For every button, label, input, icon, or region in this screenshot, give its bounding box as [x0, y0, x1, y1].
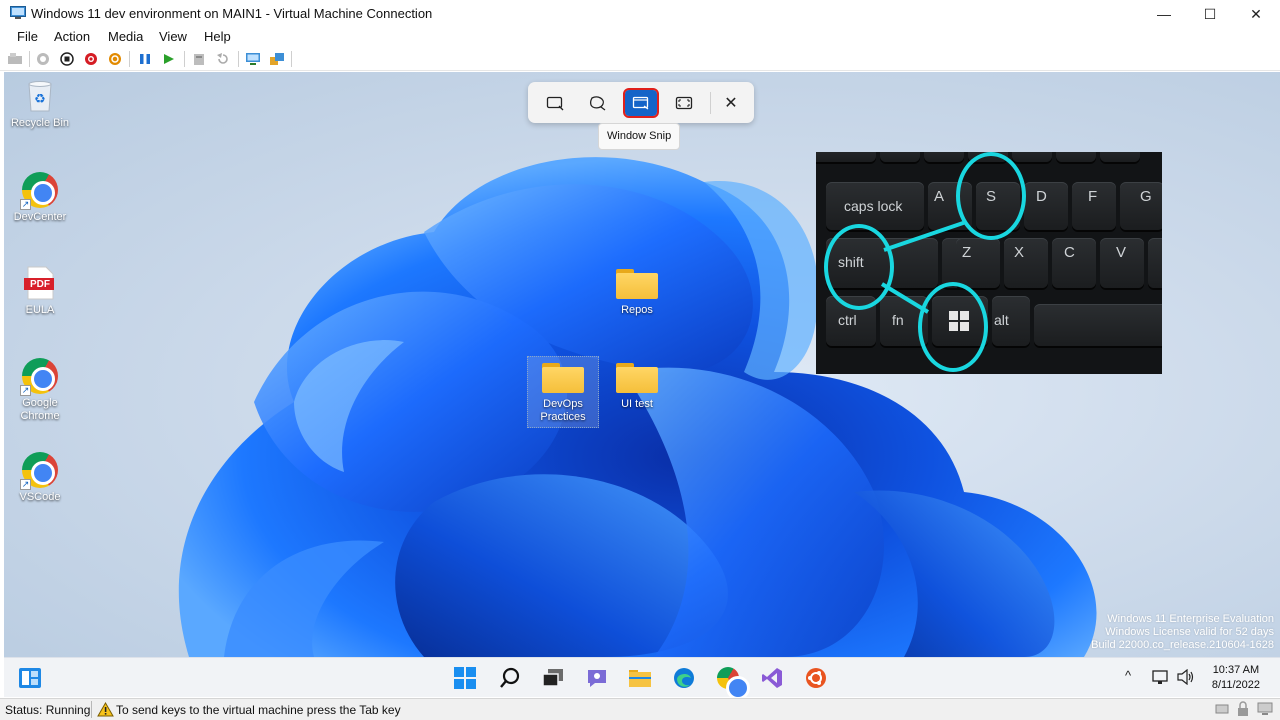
vm-connection-icon [10, 6, 26, 19]
search-icon[interactable] [498, 666, 522, 690]
pdf-icon: PDF [22, 265, 58, 301]
status-bar: Status: Running To send keys to the virt… [0, 698, 1280, 720]
keyboard-status-icon [1215, 704, 1229, 714]
menu-bar: File Action Media View Help [0, 28, 1280, 46]
enhanced-session-icon[interactable] [245, 51, 261, 67]
freeform-snip-icon[interactable] [581, 90, 613, 116]
title-bar: Windows 11 dev environment on MAIN1 - Vi… [0, 0, 1280, 28]
svg-text:♻: ♻ [34, 92, 46, 107]
revert-icon[interactable] [215, 51, 231, 67]
folder-icon [542, 361, 584, 393]
window-title: Windows 11 dev environment on MAIN1 - Vi… [31, 6, 433, 21]
shortcut-arrow-icon: ↗ [20, 479, 31, 490]
folder-ui-test[interactable]: UI test [601, 361, 673, 411]
volume-icon[interactable] [1177, 668, 1195, 688]
shutdown-icon[interactable] [83, 51, 99, 67]
menu-action[interactable]: Action [54, 29, 90, 44]
menu-media[interactable]: Media [108, 29, 143, 44]
menu-view[interactable]: View [159, 29, 187, 44]
network-icon[interactable] [1152, 669, 1170, 688]
desktop-icon-devcenter[interactable]: ↗ DevCenter [4, 172, 76, 224]
menu-help[interactable]: Help [204, 29, 231, 44]
lock-status-icon [1238, 701, 1248, 716]
folder-icon [616, 361, 658, 393]
visual-studio-icon[interactable] [760, 666, 784, 690]
status-text: Status: Running [5, 703, 91, 717]
folder-repos[interactable]: Repos [601, 267, 673, 317]
close-button[interactable]: ✕ [1233, 0, 1279, 28]
keyboard-shortcut-overlay: caps lock A S D F G shift Z X C V ctrl f… [816, 152, 1162, 374]
resume-icon[interactable] [161, 51, 177, 67]
window-snip-icon[interactable] [623, 88, 659, 118]
vm-toolbar [0, 47, 1280, 71]
save-icon[interactable] [107, 51, 123, 67]
file-explorer-icon[interactable] [628, 666, 652, 690]
checkpoint-icon[interactable] [191, 51, 207, 67]
desktop-icon-vscode[interactable]: ↗ VSCode [4, 452, 76, 504]
widgets-icon[interactable] [18, 666, 42, 690]
start-icon[interactable] [35, 51, 51, 67]
pause-icon[interactable] [137, 51, 153, 67]
shortcut-arrow-icon: ↗ [20, 385, 31, 396]
clock-time: 10:37 AM [1212, 664, 1260, 676]
window-snip-tooltip: Window Snip [598, 123, 681, 150]
fullscreen-snip-icon[interactable] [668, 90, 700, 116]
clock[interactable]: 10:37 AM 8/11/2022 [1212, 663, 1260, 693]
minimize-button[interactable]: — [1141, 0, 1187, 28]
folder-icon [616, 267, 658, 299]
status-hint: To send keys to the virtual machine pres… [116, 703, 401, 717]
desktop-icon-google-chrome[interactable]: ↗ Google Chrome [4, 358, 76, 423]
desktop-icon-recycle-bin[interactable]: ♻ Recycle Bin [4, 78, 76, 130]
edge-icon[interactable] [672, 666, 696, 690]
rectangle-snip-icon[interactable] [539, 90, 571, 116]
vm-desktop[interactable]: ✕ Window Snip ♻ Recycle Bin ↗ DevCenter … [4, 72, 1280, 657]
share-icon[interactable] [269, 51, 285, 67]
taskbar: ^ 10:37 AM 8/11/2022 [4, 657, 1280, 700]
screen-status-icon [1257, 702, 1273, 715]
snip-toolbar: ✕ [528, 82, 754, 123]
highlight-ring-shift [824, 224, 894, 310]
chrome-icon[interactable] [716, 666, 750, 700]
teams-chat-icon[interactable] [585, 666, 609, 690]
folder-devops-practices[interactable]: DevOps Practices [527, 361, 599, 424]
shortcut-arrow-icon: ↗ [20, 199, 31, 210]
ubuntu-icon[interactable] [804, 666, 828, 690]
maximize-button[interactable]: ☐ [1187, 0, 1233, 28]
desktop-icon-eula[interactable]: PDF EULA [4, 265, 76, 317]
menu-file[interactable]: File [17, 29, 38, 44]
start-button-icon[interactable] [453, 666, 477, 690]
close-snip-button[interactable]: ✕ [715, 90, 747, 116]
turn-off-icon[interactable] [59, 51, 75, 67]
warning-icon [97, 702, 114, 717]
ctrl-alt-del-icon[interactable] [7, 51, 23, 67]
evaluation-watermark: Windows 11 Enterprise Evaluation Windows… [1091, 613, 1274, 651]
highlight-ring-windows [918, 282, 988, 372]
highlight-ring-s [956, 152, 1026, 240]
tray-overflow-chevron[interactable]: ^ [1125, 668, 1131, 683]
clock-date: 8/11/2022 [1211, 679, 1260, 691]
recycle-bin-icon: ♻ [22, 78, 58, 114]
task-view-icon[interactable] [541, 666, 565, 690]
